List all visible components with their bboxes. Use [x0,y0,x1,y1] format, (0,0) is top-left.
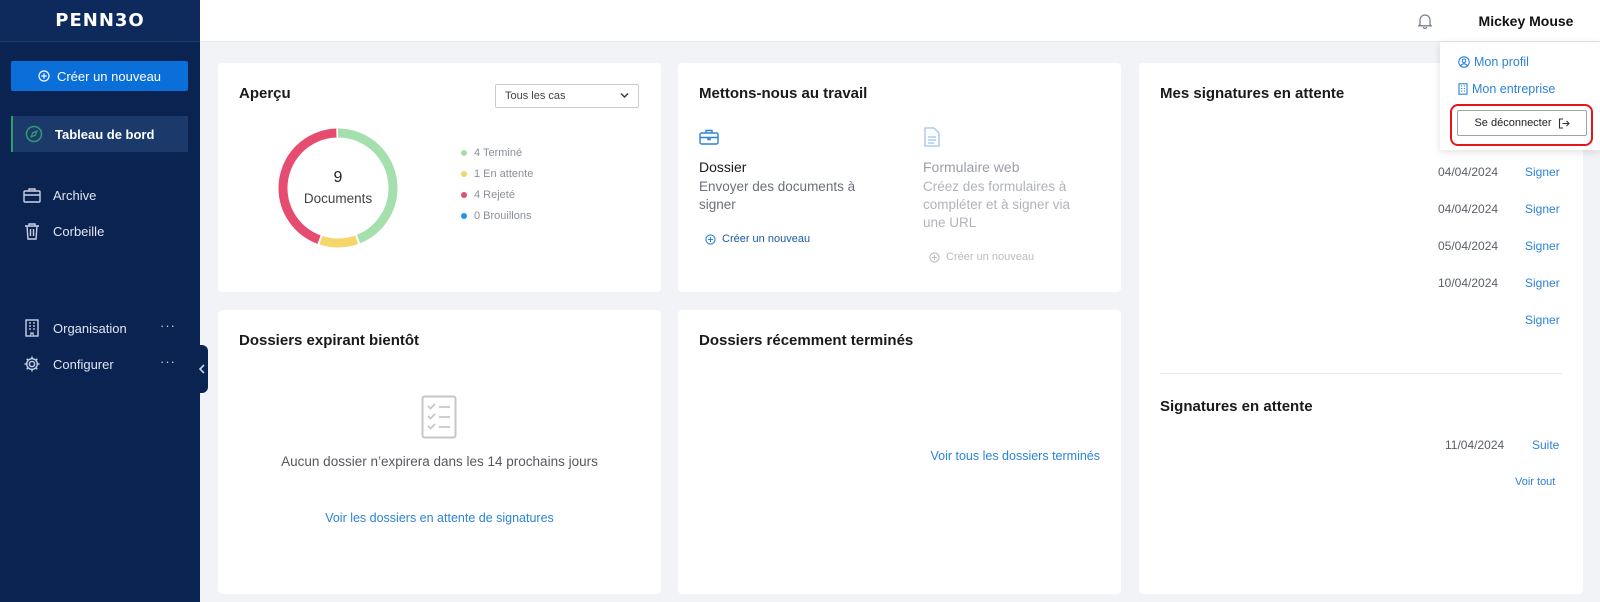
collapse-sidebar-button[interactable] [196,345,208,393]
case-filter-value: Tous les cas [505,90,566,102]
user-dropdown-menu: Mon profil Mon entreprise Se déconnecter [1440,42,1600,150]
user-menu-toggle[interactable]: Mickey Mouse [1452,0,1600,42]
legend-dot [461,150,467,156]
donut-center-label: Documents [303,191,373,206]
legend-label: 1 En attente [474,168,534,180]
see-all-link[interactable]: Voir tout [1515,476,1555,488]
sidebar-item-label: Corbeille [53,223,105,239]
checklist-icon [421,395,457,439]
top-bar [200,0,1600,42]
dossier-title: Dossier [699,159,747,175]
expiring-soon-card: Dossiers expirant bientôt Aucun dossier … [218,310,661,594]
get-to-work-title: Mettons-nous au travail [699,85,868,102]
legend-dot [461,213,467,219]
my-company-menu-item[interactable]: Mon entreprise [1458,82,1555,96]
legend-item-completed: 4 Terminé [461,147,522,159]
create-new-button[interactable]: Créer un nouveau [11,61,188,91]
bell-icon [1417,14,1433,30]
sidebar-item-dashboard[interactable]: Tableau de bord [11,116,188,152]
my-signatures-title: Mes signatures en attente [1160,85,1345,102]
chevron-left-icon [198,364,205,374]
sidebar-item-configure[interactable]: Configurer ··· [11,346,188,382]
sidebar-item-archive[interactable]: Archive [11,177,188,213]
create-web-form-label: Créer un nouveau [946,251,1035,263]
case-filter-select[interactable]: Tous les cas [495,84,639,108]
plus-circle-icon [705,233,716,245]
signature-date: 04/04/2024 [1438,202,1499,216]
logo-bar: PENN3O [0,0,200,42]
logo[interactable]: PENN3O [55,10,144,31]
dossier-description: Envoyer des documents à signer [699,179,856,212]
expiring-soon-title: Dossiers expirant bientôt [239,332,420,349]
overview-title: Aperçu [239,85,291,102]
create-dossier-link[interactable]: Créer un nouveau [705,233,810,245]
create-web-form-link[interactable]: Créer un nouveau [929,251,1034,263]
sidebar-item-label: Archive [53,187,97,203]
no-expiring-message: Aucun dossier n’expirera dans les 14 pro… [281,454,598,469]
briefcase-icon [11,187,53,203]
signature-date: 10/04/2024 [1438,276,1499,290]
view-all-completed-link[interactable]: Voir tous les dossiers terminés [930,449,1100,463]
web-form-title: Formulaire web [923,159,1020,175]
sign-link[interactable]: Signer [1525,313,1560,327]
divider [1160,373,1562,374]
legend-label: 0 Brouillons [474,210,532,222]
legend-dot [461,192,467,198]
get-to-work-card: Mettons-nous au travail Dossier Envoyer … [678,63,1121,292]
compass-icon [13,125,55,143]
notifications-button[interactable] [1417,13,1433,34]
sidebar-item-label: Organisation [53,320,127,336]
sidebar-item-trash[interactable]: Corbeille [11,213,188,249]
trash-icon [11,222,53,240]
signature-date: 04/04/2024 [1438,165,1499,179]
view-pending-dossiers-link[interactable]: Voir les dossiers en attente de signatur… [218,511,661,525]
continue-link[interactable]: Suite [1532,438,1559,452]
logout-label: Se déconnecter [1474,117,1552,129]
document-icon [924,127,940,147]
pending-signatures-title: Signatures en attente [1160,398,1313,415]
pending-signature-date: 11/04/2024 [1445,438,1505,452]
my-profile-menu-item[interactable]: Mon profil [1458,55,1529,69]
logout-icon [1558,117,1570,129]
sign-link[interactable]: Signer [1525,202,1560,216]
sign-link[interactable]: Signer [1525,239,1560,253]
web-form-description: Créez des formulaires à compléter et à s… [923,179,1071,230]
logout-button[interactable]: Se déconnecter [1457,110,1587,136]
more-options-icon[interactable]: ··· [160,354,176,369]
overview-card: Aperçu Tous les cas 9 Documents 4 Termin… [218,63,661,292]
user-name: Mickey Mouse [1478,13,1574,29]
sidebar-item-label: Tableau de bord [55,126,155,142]
documents-donut-chart [278,128,398,248]
donut-center-count: 9 [333,169,343,186]
my-profile-label: Mon profil [1474,55,1529,69]
user-circle-icon [1458,56,1470,68]
plus-circle-icon [929,251,940,263]
gear-icon [11,355,53,373]
plus-circle-icon [38,70,50,82]
signature-date: 05/04/2024 [1438,239,1499,253]
chevron-down-icon [620,93,629,98]
sidebar: PENN3O Créer un nouveau Tableau de bord … [0,0,200,602]
sidebar-item-organisation[interactable]: Organisation ··· [11,310,188,346]
more-options-icon[interactable]: ··· [160,318,176,333]
sidebar-item-label: Configurer [53,356,114,372]
recently-completed-title: Dossiers récemment terminés [699,332,914,349]
building-icon [11,319,53,337]
my-company-label: Mon entreprise [1472,82,1556,96]
sign-link[interactable]: Signer [1525,276,1560,290]
recently-completed-card: Dossiers récemment terminés Voir tous le… [678,310,1121,594]
legend-item-drafts: 0 Brouillons [461,210,531,222]
sign-link[interactable]: Signer [1525,165,1560,179]
legend-item-rejected: 4 Rejeté [461,189,515,201]
briefcase-icon [699,129,719,145]
legend-label: 4 Terminé [474,147,523,159]
legend-label: 4 Rejeté [474,189,515,201]
legend-dot [461,171,467,177]
create-dossier-label: Créer un nouveau [722,233,811,245]
legend-item-pending: 1 En attente [461,168,533,180]
building-icon [1458,83,1468,95]
create-new-label: Créer un nouveau [56,68,162,84]
